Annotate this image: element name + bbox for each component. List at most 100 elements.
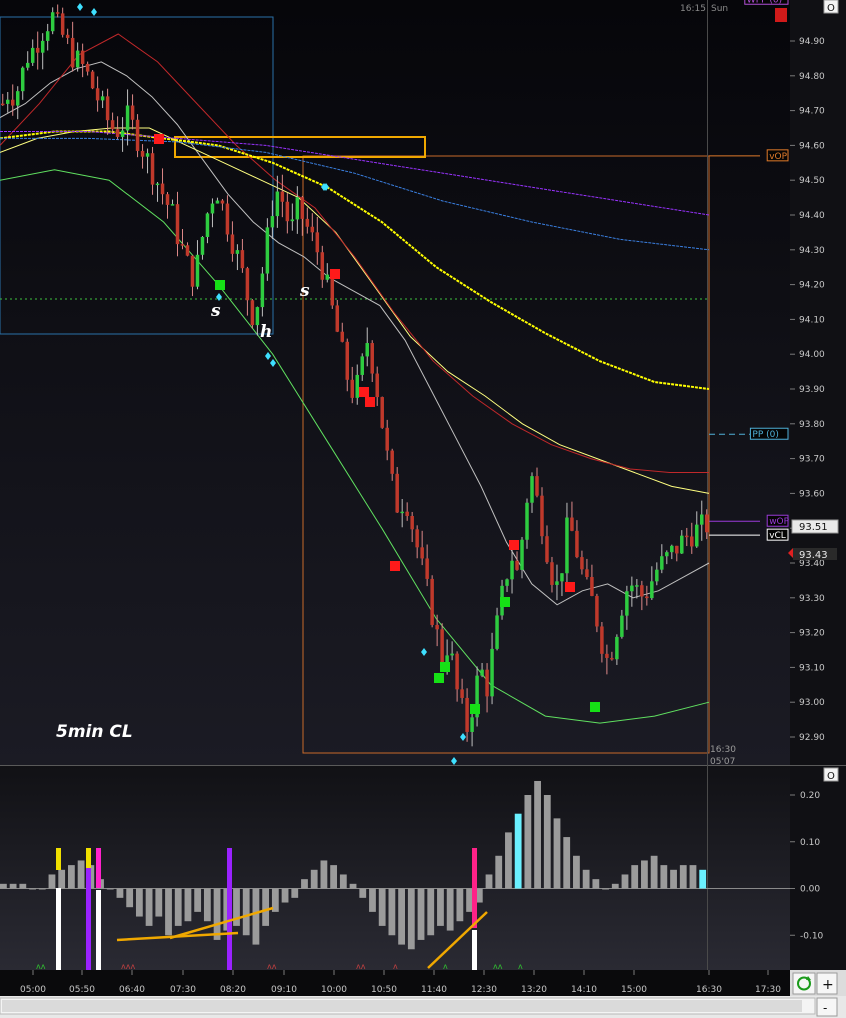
options-button-label: O [827, 771, 835, 782]
bearish-candle [35, 47, 40, 53]
bullish-candle [525, 502, 529, 540]
histogram-bar [242, 888, 250, 936]
highlight-bar-purple [86, 868, 91, 970]
histogram-bar [359, 888, 367, 898]
bullish-candle [450, 653, 454, 656]
bullish-candle [215, 200, 220, 204]
bearish-candle [185, 245, 190, 256]
bullish-candle [365, 343, 369, 357]
bullish-candle [355, 374, 359, 398]
histogram-bar [203, 888, 211, 922]
histogram-bar [58, 869, 66, 889]
histogram-bar [388, 888, 396, 936]
bullish-candle [40, 40, 45, 53]
bearish-candle [105, 96, 110, 121]
histogram-bar [670, 869, 677, 889]
bearish-candle [1, 103, 5, 106]
refresh-button[interactable] [792, 972, 816, 995]
price-tag-label: vCL [769, 531, 786, 541]
bullish-candle [680, 535, 684, 554]
bullish-candle [490, 648, 494, 697]
histogram-bar [184, 888, 192, 922]
bullish-candle [50, 12, 55, 32]
time-tick-label: 05:50 [69, 985, 95, 995]
bearish-candle [320, 252, 325, 280]
bullish-candle [565, 517, 569, 574]
bullish-candle [20, 67, 25, 92]
buy-signal-marker [500, 597, 510, 607]
bearish-candle [110, 120, 115, 130]
bullish-candle [620, 615, 624, 637]
bearish-candle [85, 63, 90, 72]
price-tick-label: 93.60 [799, 489, 825, 499]
histogram-bar [660, 865, 668, 889]
bearish-candle [485, 669, 489, 697]
highlight-bar-magenta [472, 848, 477, 928]
histogram-bar [145, 888, 153, 926]
bearish-candle [90, 71, 95, 89]
bearish-candle [460, 689, 464, 698]
histogram-bar [456, 888, 464, 922]
bearish-candle [135, 119, 140, 151]
histogram-bar [174, 888, 182, 926]
bearish-candle [600, 626, 604, 654]
svg-text:ᴧᴧ: ᴧᴧ [356, 962, 366, 971]
bearish-candle [240, 250, 245, 269]
bullish-candle [255, 307, 260, 326]
bearish-candle [165, 194, 170, 205]
time-tick-label: 08:20 [220, 985, 246, 995]
histogram-tick-label: 0.20 [800, 791, 820, 801]
histogram-bar [534, 780, 541, 889]
bullish-candle [360, 356, 364, 375]
bullish-candle [700, 514, 704, 525]
bearish-candle [330, 274, 335, 306]
bearish-candle [345, 341, 350, 380]
svg-text:ᴧᴧ: ᴧᴧ [493, 962, 503, 971]
time-tick-label: 16:30 [696, 985, 722, 995]
scrollbar-thumb[interactable] [2, 1000, 802, 1012]
bullish-candle [530, 476, 534, 503]
bearish-candle [405, 511, 409, 516]
time-tick-label: 06:40 [119, 985, 145, 995]
buy-signal-marker [440, 662, 450, 672]
bearish-candle [70, 37, 75, 68]
bearish-candle [305, 218, 310, 227]
highlight-bar-white [96, 890, 101, 970]
zoom-out-label: - [823, 1001, 827, 1015]
bearish-candle [55, 12, 60, 14]
histogram-bar [524, 795, 532, 889]
histogram-bar [194, 888, 202, 912]
sell-signal-marker [365, 397, 375, 407]
bearish-candle [190, 255, 195, 287]
bearish-candle [340, 331, 345, 342]
histogram-bar [417, 888, 425, 940]
bearish-candle [540, 495, 544, 537]
bearish-candle [300, 197, 305, 219]
histogram-tick-label: -0.10 [800, 931, 824, 941]
bullish-candle [635, 585, 639, 587]
histogram-bar [378, 888, 386, 926]
bullish-candle [655, 569, 659, 582]
bearish-candle [250, 300, 255, 326]
bearish-candle [390, 450, 394, 474]
bullish-candle [670, 545, 674, 553]
histogram-bar [281, 888, 289, 903]
buy-signal-marker [470, 704, 480, 714]
bearish-candle [245, 268, 250, 301]
histogram-bar [650, 855, 658, 889]
svg-text:ᴧ: ᴧ [443, 962, 448, 971]
histogram-bar [9, 883, 17, 889]
bearish-candle [435, 624, 439, 630]
histogram-bar [699, 869, 707, 889]
time-tick-label: 14:10 [571, 985, 597, 995]
bullish-candle [660, 556, 664, 570]
histogram-bar [330, 865, 338, 889]
histogram-bar [339, 874, 347, 889]
histogram-bar [543, 795, 551, 889]
histogram-bar [679, 865, 687, 889]
time-tick-label: 09:10 [271, 985, 297, 995]
price-tick-label: 93.70 [799, 455, 825, 465]
svg-text:ᴧ: ᴧ [518, 962, 523, 971]
bearish-candle [430, 578, 434, 625]
bullish-candle [630, 585, 634, 592]
